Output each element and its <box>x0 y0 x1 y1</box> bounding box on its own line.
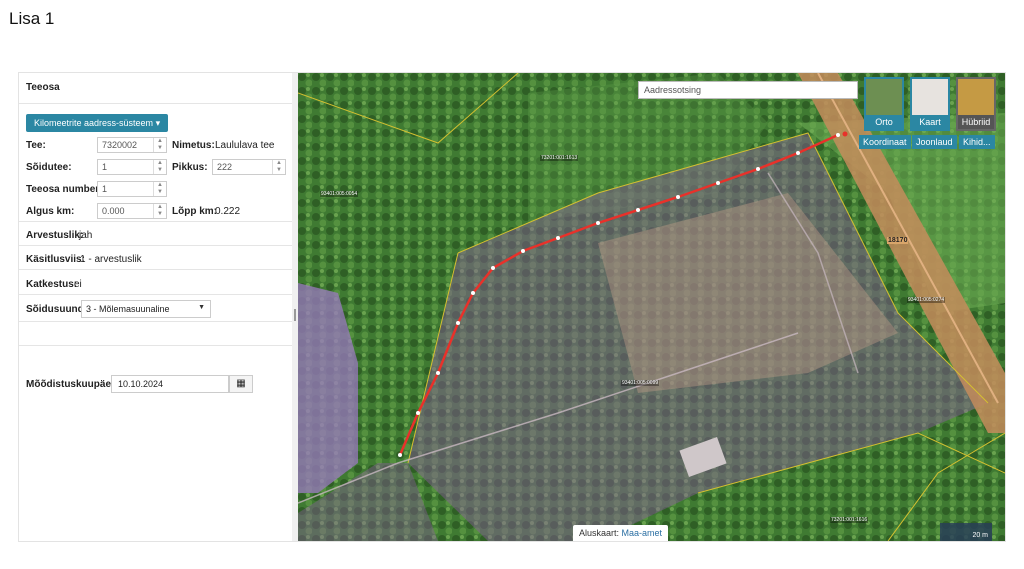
layer-label: Hübriid <box>958 115 994 129</box>
soidusuund-label: Sõidusuund: <box>26 304 88 315</box>
km-address-system-button[interactable]: Kilomeetrite aadress-süsteem ▾ <box>26 114 169 132</box>
teeosa-number-label: Teeosa number: <box>26 184 103 195</box>
katkestus-label: Katkestus: <box>26 279 78 290</box>
tee-spinner-icon[interactable]: ▲ ▼ <box>153 138 166 152</box>
layer-orto-button[interactable]: Orto <box>864 77 904 131</box>
nimetus-label: Nimetus: <box>172 140 215 151</box>
divider <box>19 321 292 322</box>
soidusuund-value: 3 - Mõlemasuunaline <box>86 304 170 314</box>
soidutee-value: 1 <box>102 162 108 172</box>
chevron-down-icon: ▼ <box>198 304 205 311</box>
pikkus-value: 222 <box>217 162 233 172</box>
algus-spinner-icon[interactable]: ▲ ▼ <box>153 204 166 218</box>
parcel-label: 73201:001:1613 <box>540 155 579 161</box>
km-button-label: Kilomeetrite aadress-süsteem <box>34 118 154 128</box>
lopp-value: 0.222 <box>215 206 241 217</box>
scale-text: 20 m <box>972 532 988 539</box>
address-search-input[interactable]: Aadressotsing <box>638 81 858 99</box>
teeosa-number-spinner-icon[interactable]: ▲ ▼ <box>153 182 166 196</box>
soidutee-label: Sõidutee: <box>26 162 72 173</box>
tee-input[interactable]: 7320002 ▲ ▼ <box>97 137 167 153</box>
algus-value: 0.000 <box>102 206 125 216</box>
pikkus-label: Pikkus: <box>172 162 208 173</box>
divider <box>19 294 292 295</box>
search-placeholder: Aadressotsing <box>644 85 702 95</box>
arvestuslik-label: Arvestuslik: <box>26 230 84 241</box>
mooditus-value: 10.10.2024 <box>118 379 164 389</box>
page-title: Lisa 1 <box>9 9 55 28</box>
parcel-label: 93401:005:0054 <box>320 191 359 197</box>
attribution-link[interactable]: Maa-amet <box>622 528 663 538</box>
mooditus-label: Mõõdistuskuupäev: <box>26 379 120 390</box>
parcel-label: 73201:001:1616 <box>830 517 869 523</box>
arvestuslik-value: jah <box>79 230 93 241</box>
tee-value: 7320002 <box>102 140 138 150</box>
layer-hybriid-button[interactable]: Hübriid <box>956 77 996 131</box>
soidusuund-select[interactable]: 3 - Mõlemasuunaline ▼ <box>81 300 211 318</box>
calendar-icon[interactable]: ▦ <box>229 375 253 393</box>
kasitlusviis-value: 1 - arvestuslik <box>80 254 142 265</box>
pikkus-spinner-icon[interactable]: ▲ ▼ <box>272 160 285 174</box>
road-number-label: 18170 <box>887 237 909 244</box>
layer-label: Orto <box>866 115 902 129</box>
layer-label: Kaart <box>912 115 948 129</box>
parcel-label: 93401:005:0274 <box>907 297 946 303</box>
app-window: Teeosa Kilomeetrite aadress-süsteem ▾ Te… <box>18 72 1006 542</box>
divider <box>19 221 292 222</box>
teeosa-panel: Teeosa Kilomeetrite aadress-süsteem ▾ Te… <box>19 73 293 541</box>
teeosa-number-value: 1 <box>102 184 108 194</box>
katkestus-value: ei <box>74 279 82 290</box>
tee-label: Tee: <box>26 140 46 151</box>
soidutee-input[interactable]: 1 ▲ ▼ <box>97 159 167 175</box>
parcel-label: 93401:005:0099 <box>621 380 660 386</box>
coordinate-tool-button[interactable]: Koordinaat <box>859 135 911 149</box>
divider <box>19 345 292 346</box>
scale-bar: 20 m <box>940 523 992 541</box>
pikkus-input[interactable]: 222 ▲ ▼ <box>212 159 286 175</box>
nimetus-value: Laululava tee <box>215 140 275 151</box>
algus-label: Algus km: <box>26 206 75 217</box>
mooditus-date-input[interactable]: 10.10.2024 <box>111 375 229 393</box>
layers-menu-button[interactable]: Kihid... <box>959 135 995 149</box>
lopp-label: Lõpp km: <box>172 206 217 217</box>
teeosa-number-input[interactable]: 1 ▲ ▼ <box>97 181 167 197</box>
attribution-prefix: Aluskaart: <box>579 528 620 538</box>
ruler-tool-button[interactable]: Joonlaud <box>912 135 957 149</box>
divider <box>19 245 292 246</box>
divider <box>19 269 292 270</box>
layer-kaart-button[interactable]: Kaart <box>910 77 950 131</box>
soidutee-spinner-icon[interactable]: ▲ ▼ <box>153 160 166 174</box>
map-view[interactable]: 93401:005:0054 73201:001:1613 93401:005:… <box>298 73 1005 541</box>
algus-input[interactable]: 0.000 ▲ ▼ <box>97 203 167 219</box>
kasitlusviis-label: Käsitlusviis: <box>26 254 85 265</box>
panel-header: Teeosa <box>19 73 292 104</box>
map-attribution: Aluskaart: Maa-amet <box>573 525 669 541</box>
